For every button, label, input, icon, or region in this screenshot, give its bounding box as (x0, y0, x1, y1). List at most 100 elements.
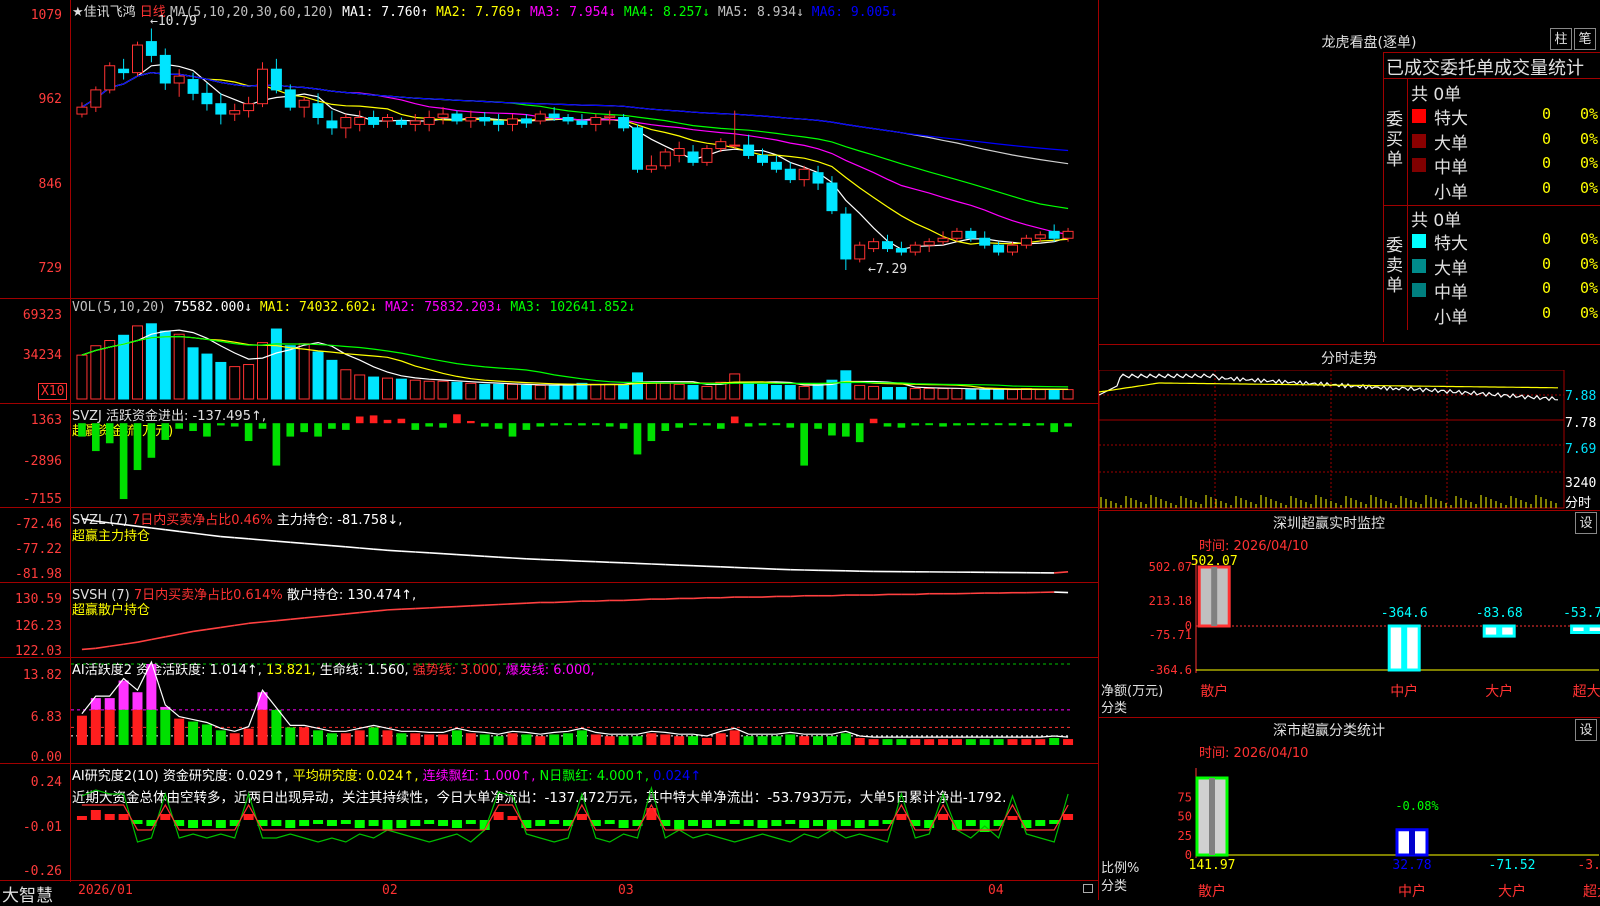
order-type-label: 小单 (1434, 178, 1468, 203)
ma-line (82, 73, 1068, 164)
holding-line-segment (207, 627, 221, 629)
flow-bar (300, 423, 308, 432)
candle-body (952, 231, 962, 238)
sz-monitor-chart[interactable]: 502.07213.180-75.71-364.6502.07散户-364.6中… (1099, 550, 1600, 715)
candle-body (813, 173, 823, 183)
holding-line-segment (499, 604, 513, 605)
candle-body (119, 69, 129, 72)
research-bar (369, 820, 379, 826)
holding-line-segment (346, 547, 360, 548)
flow-bar (745, 423, 753, 426)
chart-area[interactable]: ★佳讯飞鸿 日线 MA(5,10,20,30,60,120) MA1: 7.76… (0, 0, 1099, 900)
sz-class-chart[interactable]: 7550250141.97散户32.78中户-71.52大户-3.24超大-0.… (1099, 758, 1600, 900)
candle-body (202, 93, 212, 103)
flow-bar (1064, 423, 1072, 426)
activity-bar (119, 710, 129, 745)
holding-line-segment (276, 541, 290, 542)
candle-body (994, 245, 1004, 252)
sz-class-settings-button[interactable]: 设 (1575, 719, 1597, 741)
volume-bar (466, 383, 476, 399)
research-bar (869, 820, 879, 826)
volume-bar (105, 341, 115, 399)
activity-bar (952, 739, 962, 745)
activity-bar (994, 739, 1004, 745)
sz-monitor-settings-button[interactable]: 设 (1575, 512, 1597, 534)
holding-line-segment (610, 562, 624, 563)
flow-bar (328, 423, 336, 429)
holding-line-segment (763, 569, 777, 570)
activity-bar (1063, 739, 1073, 745)
volume-bar (438, 381, 448, 399)
candle-body (633, 128, 643, 169)
svzj-bar-chart[interactable] (71, 404, 1097, 507)
sz-class-title: 深市超赢分类统计 (1229, 720, 1429, 740)
panel-separator (1099, 510, 1600, 511)
activity-bar (216, 730, 226, 745)
flow-bar (1036, 423, 1044, 425)
activity-bar (480, 734, 490, 745)
flow-bar (550, 423, 558, 425)
activity-bar (855, 738, 865, 745)
svzl-line-chart[interactable] (71, 508, 1097, 582)
holding-line-segment (318, 545, 332, 546)
volume-bar (605, 384, 615, 399)
bar-value-label: -83.68 (1476, 606, 1523, 621)
holding-line-segment (401, 551, 415, 552)
holding-line-segment (526, 602, 540, 603)
ai2-bar-chart[interactable] (71, 764, 1097, 880)
candle-body (966, 231, 976, 238)
activity-bar (549, 734, 559, 745)
intraday-chart[interactable] (1099, 370, 1600, 510)
candle-body (758, 155, 768, 162)
svsh-axis-label: 122.03 (0, 644, 66, 659)
holding-line-segment (568, 561, 582, 562)
flow-bar (411, 423, 419, 430)
order-row: 中单00% (1412, 278, 1600, 302)
ai1-bar-chart[interactable] (71, 658, 1097, 763)
order-count: 0 (1542, 255, 1551, 273)
research-bar (744, 820, 754, 826)
candle-body (313, 104, 323, 118)
tick-mode-button[interactable]: 笔 (1574, 28, 1596, 50)
ai1-axis-label: 6.83 (0, 710, 66, 725)
holding-line-segment (96, 646, 110, 648)
volume-bar (1063, 390, 1073, 399)
flow-bar (620, 423, 628, 429)
volume-bar (938, 389, 948, 399)
activity-bar (1035, 739, 1045, 745)
candle-body (327, 121, 337, 128)
bar-mode-button[interactable]: 柱 (1550, 28, 1572, 50)
axis-tick-label: 213.18 (1149, 594, 1192, 608)
flow-bar (898, 423, 906, 427)
candle-body (271, 69, 281, 90)
flow-bar (453, 414, 461, 423)
activity-bar (244, 729, 254, 745)
candle-body (230, 111, 240, 114)
flow-bar (231, 423, 239, 426)
ma-line (82, 73, 1068, 235)
holding-line-segment (96, 521, 110, 523)
research-bar (494, 812, 504, 820)
candle-body (160, 55, 170, 83)
flow-bar (439, 423, 447, 427)
ratio-bar-highlight (1209, 778, 1215, 855)
date-tick-label: 04 (988, 883, 1004, 898)
activity-bar (258, 710, 268, 745)
volume-chart[interactable] (71, 299, 1097, 403)
bar-value-label: -53.79 (1563, 606, 1600, 621)
holding-line-segment (665, 598, 679, 599)
lock-icon[interactable] (1083, 884, 1093, 893)
activity-bar (369, 727, 379, 745)
candlestick-chart[interactable] (71, 0, 1097, 298)
flow-bar (773, 423, 781, 425)
holding-line-segment (193, 629, 207, 631)
holding-line-segment (388, 550, 402, 551)
candle-body (869, 242, 879, 249)
activity-bar (160, 710, 170, 745)
holding-line-segment (513, 603, 527, 604)
svsh-line-chart[interactable] (71, 583, 1097, 657)
candle-body (146, 42, 156, 56)
candle-body (91, 90, 101, 107)
holding-line-segment (82, 648, 96, 649)
activity-bar (383, 730, 393, 745)
